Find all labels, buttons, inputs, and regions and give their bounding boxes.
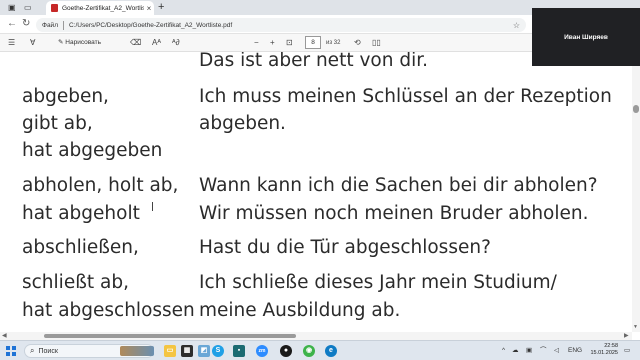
edge-icon[interactable]: e (325, 345, 337, 357)
pdf-page-content: Das ist aber nett von dir. abgeben, Ich … (0, 52, 632, 332)
app-tray-icon[interactable]: ▣ (526, 345, 532, 357)
wifi-icon[interactable]: ⌒ (540, 345, 547, 357)
notifications-icon[interactable]: ▭ (624, 345, 630, 357)
example-sentence: Ich muss meinen Schlüssel an der Rezepti… (199, 86, 612, 107)
headword-form: hat abgeholt (22, 203, 140, 224)
headword: abschließen, (22, 237, 139, 258)
volume-icon[interactable]: ◁ (554, 345, 559, 357)
tab-close-icon[interactable]: × (144, 4, 154, 13)
headword: abgeben, (22, 86, 109, 107)
zoom-icon[interactable]: zm (256, 345, 268, 357)
file-explorer-icon[interactable]: ▭ (164, 345, 176, 357)
clock[interactable]: 22:58 15.01.2025 (584, 343, 618, 357)
eraser-icon[interactable]: ⌫ (130, 38, 141, 48)
scroll-left-icon[interactable]: ◀ (2, 332, 7, 340)
pdf-icon (51, 4, 58, 12)
zoom-in-button[interactable]: + (270, 38, 275, 48)
video-call-overlay[interactable]: Иван Ширяев (532, 8, 640, 66)
taskbar: ⌕ Поиск ▭ ▦ ◩ S ▪ zm ● ◉ e ^ ☁ ▣ ⌒ ◁ ENG… (0, 340, 640, 360)
store-icon[interactable]: ▦ (181, 345, 193, 357)
page-number-input[interactable]: 8 (305, 36, 321, 49)
contents-icon[interactable]: ☰ (8, 38, 15, 48)
headword-form: gibt ab, (22, 113, 93, 134)
clock-time: 22:58 (604, 343, 618, 349)
horizontal-scroll-thumb[interactable] (44, 334, 296, 338)
horizontal-scrollbar[interactable]: ◀ ▶ (0, 332, 632, 340)
photos-icon[interactable]: ◩ (198, 345, 210, 357)
terminal-icon[interactable]: ▪ (233, 345, 245, 357)
page-view-icon[interactable]: ▯▯ (372, 38, 381, 48)
address-bar[interactable]: Файл C:/Users/PC/Desktop/Goethe-Zertifik… (36, 18, 526, 32)
new-tab-button[interactable]: + (158, 0, 164, 15)
draw-label: Нарисовать (65, 39, 101, 46)
vertical-scroll-thumb[interactable] (633, 105, 639, 113)
file-scheme-label: Файл (42, 21, 58, 29)
clock-date: 15.01.2025 (590, 350, 618, 356)
tray-overflow-icon[interactable]: ^ (502, 345, 505, 357)
search-icon: ⌕ (30, 346, 35, 355)
example-sentence: Wann kann ich die Sachen bei dir abholen… (199, 175, 598, 196)
example-sentence: Wir müssen noch meinen Bruder abholen. (199, 203, 589, 224)
tab-title: Goethe-Zertifikat_A2_Wortliste.pdf (62, 4, 144, 12)
text-cursor (152, 202, 156, 211)
page-total: из 32 (326, 40, 341, 46)
onedrive-icon[interactable]: ☁ (512, 345, 519, 357)
language-indicator[interactable]: ENG (568, 345, 582, 357)
participant-name: Иван Ширяев (564, 33, 608, 41)
windows-start-icon[interactable] (6, 346, 16, 356)
fit-page-icon[interactable]: ⊡ (286, 38, 293, 48)
headword: abholen, holt ab, (22, 175, 179, 196)
url-text: C:/Users/PC/Desktop/Goethe-Zertifikat_A2… (68, 21, 233, 29)
chrome-icon[interactable]: ◉ (303, 345, 315, 357)
headword-form: hat abgegeben (22, 140, 163, 161)
rotate-icon[interactable]: ⟲ (354, 38, 361, 48)
scroll-right-icon[interactable]: ▶ (624, 332, 629, 340)
example-sentence: Ich schließe dieses Jahr mein Studium/ (199, 272, 557, 293)
search-placeholder: Поиск (38, 347, 58, 355)
scroll-down-icon[interactable]: ▼ (633, 324, 638, 330)
example-sentence: meine Ausbildung ab. (199, 300, 401, 321)
profile-icon[interactable]: ▣ (8, 2, 16, 13)
url-divider (62, 20, 64, 30)
zoom-out-button[interactable]: − (254, 38, 259, 48)
back-button[interactable]: ← (7, 18, 17, 30)
example-sentence: Hast du die Tür abgeschlossen? (199, 237, 491, 258)
bookmark-star-icon[interactable]: ☆ (513, 21, 520, 30)
vertical-scrollbar[interactable]: ▲ ▼ (632, 52, 640, 332)
skype-icon[interactable]: S (212, 345, 224, 357)
highlight-icon[interactable]: ∀ (30, 38, 35, 48)
search-highlight-image (120, 346, 154, 356)
example-sentence: Das ist aber nett von dir. (199, 52, 429, 71)
screen: ▣ ▭ Goethe-Zertifikat_A2_Wortliste.pdf ×… (0, 0, 640, 360)
text-icon[interactable]: Aᴬ (152, 38, 161, 48)
headword-form: schließt ab, (22, 272, 129, 293)
reload-button[interactable]: ↻ (22, 18, 30, 30)
tab-pdf[interactable]: Goethe-Zertifikat_A2_Wortliste.pdf × (46, 1, 154, 15)
draw-button[interactable]: ✎ Нарисовать (58, 38, 101, 48)
headword-form: hat abgeschlossen (22, 300, 195, 321)
read-aloud-icon[interactable]: ᴬ∂ (172, 38, 180, 48)
tab-actions-icon[interactable]: ▭ (24, 2, 32, 13)
example-sentence: abgeben. (199, 113, 286, 134)
media-player-icon[interactable]: ● (280, 345, 292, 357)
